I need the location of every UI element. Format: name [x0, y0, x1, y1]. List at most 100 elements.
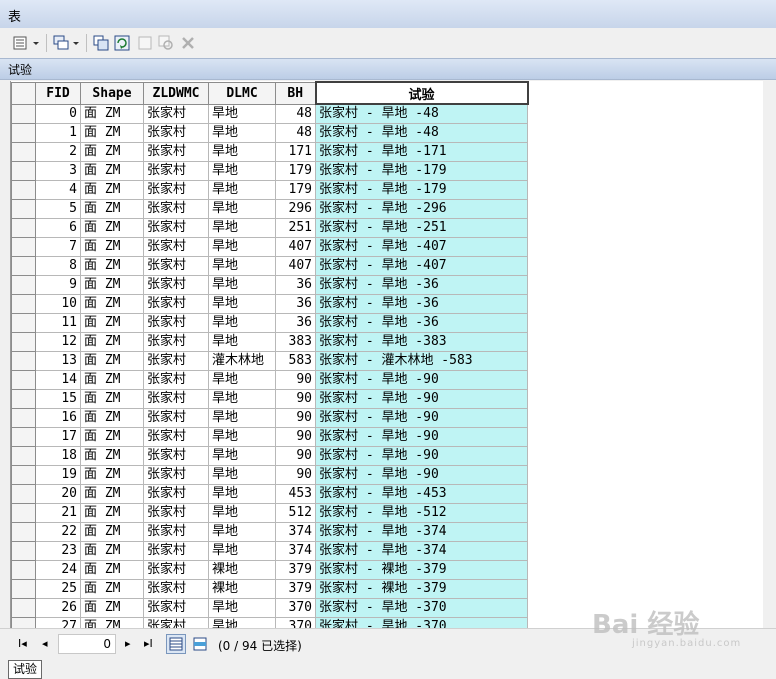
row-selector[interactable]: [11, 351, 36, 371]
cell-dlmc[interactable]: 旱地: [208, 142, 276, 162]
table-row[interactable]: 24 面 ZM 张家村 裸地 379 张家村 - 裸地 -379: [11, 560, 528, 580]
cell-fid[interactable]: 8: [35, 256, 81, 276]
row-selector[interactable]: [11, 579, 36, 599]
cell-fid[interactable]: 13: [35, 351, 81, 371]
cell-shiyan[interactable]: 张家村 - 旱地 -453: [315, 484, 528, 504]
cell-shape[interactable]: 面 ZM: [80, 199, 144, 219]
cell-fid[interactable]: 16: [35, 408, 81, 428]
cell-bh[interactable]: 179: [275, 180, 316, 200]
cell-fid[interactable]: 7: [35, 237, 81, 257]
cell-zldwmc[interactable]: 张家村: [143, 161, 209, 181]
row-selector[interactable]: [11, 560, 36, 580]
table-row[interactable]: 2面 ZM 张家村 旱地 171 张家村 - 旱地 -171: [11, 142, 528, 162]
row-selector[interactable]: [11, 370, 36, 390]
cell-dlmc[interactable]: 旱地: [208, 237, 276, 257]
column-header-dlmc[interactable]: DLMC: [208, 81, 276, 105]
cell-shape[interactable]: 面 ZM: [80, 161, 144, 181]
cell-zldwmc[interactable]: 张家村: [143, 103, 209, 124]
cell-shiyan[interactable]: 张家村 - 旱地 -171: [315, 142, 528, 162]
cell-zldwmc[interactable]: 张家村: [143, 522, 209, 542]
cell-shiyan[interactable]: 张家村 - 旱地 -407: [315, 237, 528, 257]
cell-fid[interactable]: 27: [35, 617, 81, 628]
row-selector[interactable]: [11, 123, 36, 143]
cell-dlmc[interactable]: 旱地: [208, 427, 276, 447]
column-header-bh[interactable]: BH: [275, 81, 316, 105]
cell-shape[interactable]: 面 ZM: [80, 294, 144, 314]
cell-dlmc[interactable]: 旱地: [208, 313, 276, 333]
cell-dlmc[interactable]: 旱地: [208, 389, 276, 409]
cell-dlmc[interactable]: 旱地: [208, 332, 276, 352]
cell-shiyan[interactable]: 张家村 - 旱地 -90: [315, 446, 528, 466]
attribute-table[interactable]: FID Shape ZLDWMC DLMC BH 试验 0面 ZM 张家村 旱地 48…: [10, 81, 763, 628]
cell-zldwmc[interactable]: 张家村: [143, 237, 209, 257]
cell-zldwmc[interactable]: 张家村: [143, 142, 209, 162]
cell-zldwmc[interactable]: 张家村: [143, 256, 209, 276]
cell-bh[interactable]: 90: [275, 389, 316, 409]
table-row[interactable]: 6面 ZM 张家村 旱地 251 张家村 - 旱地 -251: [11, 218, 528, 238]
cell-dlmc[interactable]: 旱地: [208, 598, 276, 618]
table-tab-shiyan[interactable]: 试验: [8, 660, 43, 679]
cell-zldwmc[interactable]: 张家村: [143, 560, 209, 580]
cell-fid[interactable]: 2: [35, 142, 81, 162]
zoom-to-selected-button[interactable]: [157, 34, 175, 52]
cell-shiyan[interactable]: 张家村 - 旱地 -407: [315, 256, 528, 276]
cell-shiyan[interactable]: 张家村 - 旱地 -179: [315, 180, 528, 200]
cell-fid[interactable]: 25: [35, 579, 81, 599]
delete-selected-button[interactable]: [179, 34, 197, 52]
table-row[interactable]: 10 面 ZM 张家村 旱地 36 张家村 - 旱地 -36: [11, 294, 528, 314]
row-selector-header[interactable]: [11, 81, 36, 105]
cell-zldwmc[interactable]: 张家村: [143, 180, 209, 200]
row-selector[interactable]: [11, 484, 36, 504]
cell-bh[interactable]: 36: [275, 275, 316, 295]
cell-dlmc[interactable]: 旱地: [208, 370, 276, 390]
table-row[interactable]: 27 面 ZM 张家村 旱地 370 张家村 - 旱地 -370: [11, 617, 528, 628]
cell-shiyan[interactable]: 张家村 - 灌木林地 -583: [315, 351, 528, 371]
cell-shape[interactable]: 面 ZM: [80, 560, 144, 580]
table-row[interactable]: 25 面 ZM 张家村 裸地 379 张家村 - 裸地 -379: [11, 579, 528, 599]
row-selector[interactable]: [11, 218, 36, 238]
cell-dlmc[interactable]: 旱地: [208, 522, 276, 542]
cell-bh[interactable]: 374: [275, 522, 316, 542]
cell-fid[interactable]: 17: [35, 427, 81, 447]
cell-shape[interactable]: 面 ZM: [80, 617, 144, 628]
table-row[interactable]: 18 面 ZM 张家村 旱地 90 张家村 - 旱地 -90: [11, 446, 528, 466]
cell-shape[interactable]: 面 ZM: [80, 237, 144, 257]
cell-shiyan[interactable]: 张家村 - 旱地 -374: [315, 541, 528, 561]
cell-shape[interactable]: 面 ZM: [80, 522, 144, 542]
cell-bh[interactable]: 36: [275, 294, 316, 314]
row-selector[interactable]: [11, 389, 36, 409]
row-selector[interactable]: [11, 446, 36, 466]
table-row[interactable]: 3面 ZM 张家村 旱地 179 张家村 - 旱地 -179: [11, 161, 528, 181]
show-selected-records-button[interactable]: [190, 634, 210, 654]
cell-shape[interactable]: 面 ZM: [80, 446, 144, 466]
table-row[interactable]: 19 面 ZM 张家村 旱地 90 张家村 - 旱地 -90: [11, 465, 528, 485]
row-selector[interactable]: [11, 427, 36, 447]
cell-bh[interactable]: 48: [275, 103, 316, 124]
clear-selection-button[interactable]: [136, 34, 154, 52]
cell-bh[interactable]: 379: [275, 560, 316, 580]
cell-zldwmc[interactable]: 张家村: [143, 389, 209, 409]
cell-fid[interactable]: 22: [35, 522, 81, 542]
table-row[interactable]: 4面 ZM 张家村 旱地 179 张家村 - 旱地 -179: [11, 180, 528, 200]
cell-bh[interactable]: 453: [275, 484, 316, 504]
table-row[interactable]: 1面 ZM 张家村 旱地 48 张家村 - 旱地 -48: [11, 123, 528, 143]
cell-shape[interactable]: 面 ZM: [80, 180, 144, 200]
cell-zldwmc[interactable]: 张家村: [143, 446, 209, 466]
row-selector[interactable]: [11, 598, 36, 618]
cell-zldwmc[interactable]: 张家村: [143, 313, 209, 333]
column-header-shiyan[interactable]: 试验: [314, 81, 529, 105]
cell-shiyan[interactable]: 张家村 - 裸地 -379: [315, 560, 528, 580]
table-row[interactable]: 23 面 ZM 张家村 旱地 374 张家村 - 旱地 -374: [11, 541, 528, 561]
cell-bh[interactable]: 171: [275, 142, 316, 162]
cell-bh[interactable]: 179: [275, 161, 316, 181]
cell-shiyan[interactable]: 张家村 - 旱地 -36: [315, 294, 528, 314]
cell-bh[interactable]: 370: [275, 617, 316, 628]
row-selector[interactable]: [11, 103, 36, 124]
cell-dlmc[interactable]: 旱地: [208, 484, 276, 504]
cell-bh[interactable]: 48: [275, 123, 316, 143]
cell-dlmc[interactable]: 旱地: [208, 161, 276, 181]
table-row[interactable]: 14 面 ZM 张家村 旱地 90 张家村 - 旱地 -90: [11, 370, 528, 390]
cell-shiyan[interactable]: 张家村 - 旱地 -90: [315, 408, 528, 428]
cell-shape[interactable]: 面 ZM: [80, 408, 144, 428]
cell-bh[interactable]: 374: [275, 541, 316, 561]
